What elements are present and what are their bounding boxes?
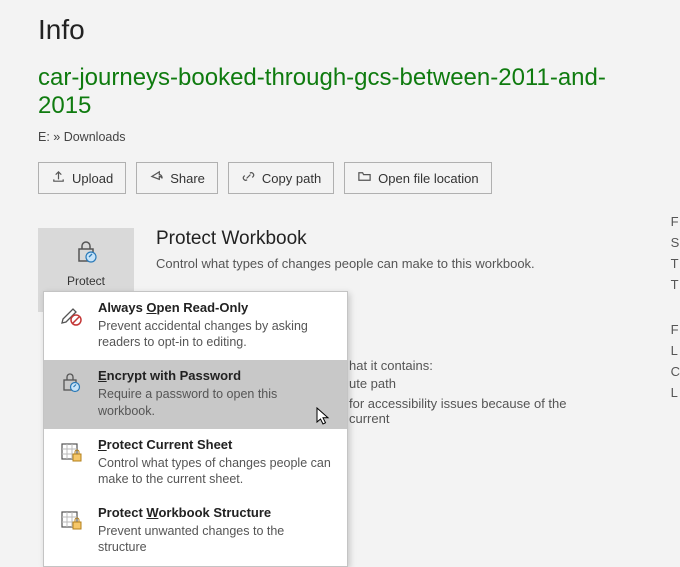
lock-search-icon <box>56 368 86 418</box>
protect-desc: Control what types of changes people can… <box>156 256 535 271</box>
link-icon <box>241 169 256 187</box>
bg-text-line: ute path <box>349 376 396 391</box>
share-icon <box>149 169 164 187</box>
bg-text-line: for accessibility issues because of the … <box>349 396 599 426</box>
copy-path-button[interactable]: Copy path <box>228 162 334 194</box>
bg-text-line: hat it contains: <box>349 358 433 373</box>
upload-icon <box>51 169 66 187</box>
menu-item-title: Always Open Read-Only <box>98 300 335 317</box>
page-title: Info <box>38 14 642 46</box>
sheet-lock-icon <box>56 437 86 487</box>
menu-encrypt-password[interactable]: Encrypt with Password Require a password… <box>44 360 347 428</box>
menu-protect-sheet[interactable]: Protect Current Sheet Control what types… <box>44 429 347 497</box>
upload-label: Upload <box>72 171 113 186</box>
protect-workbook-menu: Always Open Read-Only Prevent accidental… <box>43 291 348 567</box>
lock-icon <box>71 237 101 268</box>
pencil-prohibit-icon <box>56 300 86 350</box>
properties-panel-edge: F S T T F L C L <box>671 214 680 400</box>
menu-item-desc: Prevent accidental changes by asking rea… <box>98 318 335 351</box>
upload-button[interactable]: Upload <box>38 162 126 194</box>
menu-item-desc: Require a password to open this workbook… <box>98 386 335 419</box>
breadcrumb: E: » Downloads <box>38 130 642 144</box>
menu-item-desc: Prevent unwanted changes to the structur… <box>98 523 335 556</box>
share-button[interactable]: Share <box>136 162 218 194</box>
open-location-button[interactable]: Open file location <box>344 162 491 194</box>
menu-open-read-only[interactable]: Always Open Read-Only Prevent accidental… <box>44 292 347 360</box>
share-label: Share <box>170 171 205 186</box>
protect-heading: Protect Workbook <box>156 228 535 250</box>
menu-item-title: Protect Workbook Structure <box>98 505 335 522</box>
menu-item-desc: Control what types of changes people can… <box>98 455 335 488</box>
copy-path-label: Copy path <box>262 171 321 186</box>
menu-item-title: Protect Current Sheet <box>98 437 335 454</box>
folder-icon <box>357 169 372 187</box>
file-name: car-journeys-booked-through-gcs-between-… <box>38 64 642 120</box>
open-location-label: Open file location <box>378 171 478 186</box>
workbook-lock-icon <box>56 505 86 555</box>
menu-item-title: Encrypt with Password <box>98 368 335 385</box>
menu-protect-structure[interactable]: Protect Workbook Structure Prevent unwan… <box>44 497 347 565</box>
